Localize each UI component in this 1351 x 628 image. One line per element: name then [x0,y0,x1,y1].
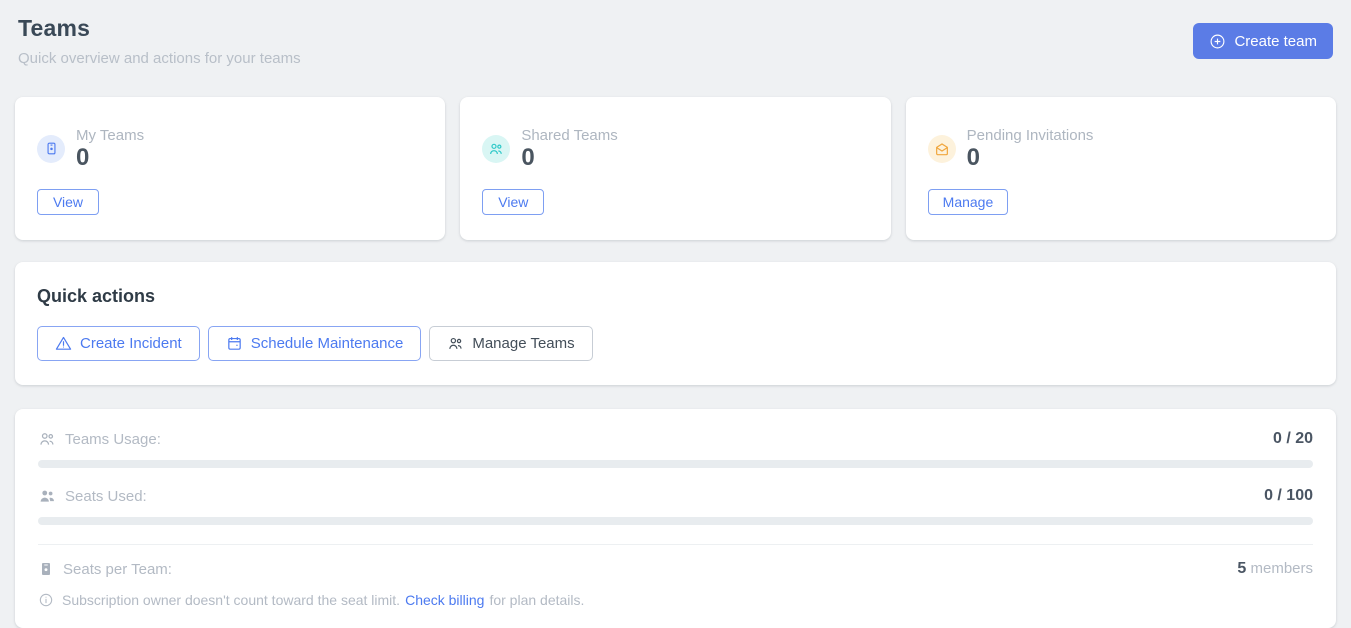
seats-used-label: Seats Used: [65,488,147,505]
stat-head: Pending Invitations 0 [928,127,1314,170]
stat-label: Pending Invitations [967,127,1094,144]
users-filled-icon [38,487,56,505]
shared-teams-view-button[interactable]: View [482,189,544,215]
stat-value: 0 [521,146,617,170]
schedule-maintenance-button[interactable]: Schedule Maintenance [208,326,422,361]
shared-teams-card: Shared Teams 0 View [460,97,890,240]
my-teams-view-button[interactable]: View [37,189,99,215]
pending-invitations-manage-button[interactable]: Manage [928,189,1009,215]
seats-used-value: 0 / 100 [1264,487,1313,505]
seats-used-progressbar [38,517,1313,525]
stat-texts: Shared Teams 0 [521,127,617,170]
seat-limit-note: Subscription owner doesn't count toward … [38,592,1313,608]
pending-invitations-card: Pending Invitations 0 Manage [906,97,1336,240]
teams-usage-value: 0 / 20 [1273,430,1313,448]
badge-icon [37,135,65,163]
info-icon [38,592,54,608]
my-teams-card: My Teams 0 View [15,97,445,240]
manage-teams-button[interactable]: Manage Teams [429,326,592,361]
seats-per-team-label-group: Seats per Team: [38,561,172,578]
create-team-label: Create team [1234,33,1317,50]
seats-per-team-label: Seats per Team: [63,561,172,578]
create-incident-button[interactable]: Create Incident [37,326,200,361]
stat-texts: Pending Invitations 0 [967,127,1094,170]
quick-actions-row: Create Incident Schedule Maintenance [37,326,1314,361]
usage-card: Teams Usage: 0 / 20 Seats Used: 0 / 100 [15,409,1336,628]
open-envelope-icon [928,135,956,163]
page-subtitle: Quick overview and actions for your team… [18,50,301,67]
quick-actions-card: Quick actions Create Incident Schedule M… [15,262,1336,385]
create-incident-label: Create Incident [80,335,182,352]
users-icon [447,335,464,352]
plus-circle-icon [1209,33,1226,50]
check-billing-link[interactable]: Check billing [405,592,484,608]
quick-actions-heading: Quick actions [37,286,1314,307]
seats-per-team-unit: members [1250,560,1313,577]
warning-triangle-icon [55,335,72,352]
page-header-text: Teams Quick overview and actions for you… [18,15,301,67]
teams-usage-label-group: Teams Usage: [38,430,161,448]
teams-usage-row: Teams Usage: 0 / 20 [38,430,1313,448]
users-outline-icon [38,430,56,448]
users-icon [482,135,510,163]
schedule-maintenance-label: Schedule Maintenance [251,335,404,352]
seats-per-team-value-group: 5 members [1237,560,1313,578]
create-team-button[interactable]: Create team [1193,23,1333,59]
usage-divider [38,544,1313,545]
seats-used-label-group: Seats Used: [38,487,147,505]
stat-value: 0 [76,146,144,170]
teams-page: Teams Quick overview and actions for you… [0,0,1351,628]
teams-usage-progressbar [38,460,1313,468]
seats-used-row: Seats Used: 0 / 100 [38,487,1313,505]
stat-label: My Teams [76,127,144,144]
note-text: Subscription owner doesn't count toward … [62,592,584,608]
note-text-after: for plan details. [489,592,584,608]
stat-value: 0 [967,146,1094,170]
teams-usage-label: Teams Usage: [65,431,161,448]
calendar-icon [226,335,243,352]
stat-head: My Teams 0 [37,127,423,170]
note-text-before: Subscription owner doesn't count toward … [62,592,400,608]
seats-per-team-row: Seats per Team: 5 members [38,560,1313,578]
stat-head: Shared Teams 0 [482,127,868,170]
stat-cards-row: My Teams 0 View Shared Teams 0 Vi [15,97,1336,240]
page-header: Teams Quick overview and actions for you… [15,0,1336,67]
page-title: Teams [18,15,301,42]
stat-texts: My Teams 0 [76,127,144,170]
stat-label: Shared Teams [521,127,617,144]
manage-teams-label: Manage Teams [472,335,574,352]
seats-per-team-value: 5 [1237,560,1246,577]
badge-icon [38,561,54,577]
